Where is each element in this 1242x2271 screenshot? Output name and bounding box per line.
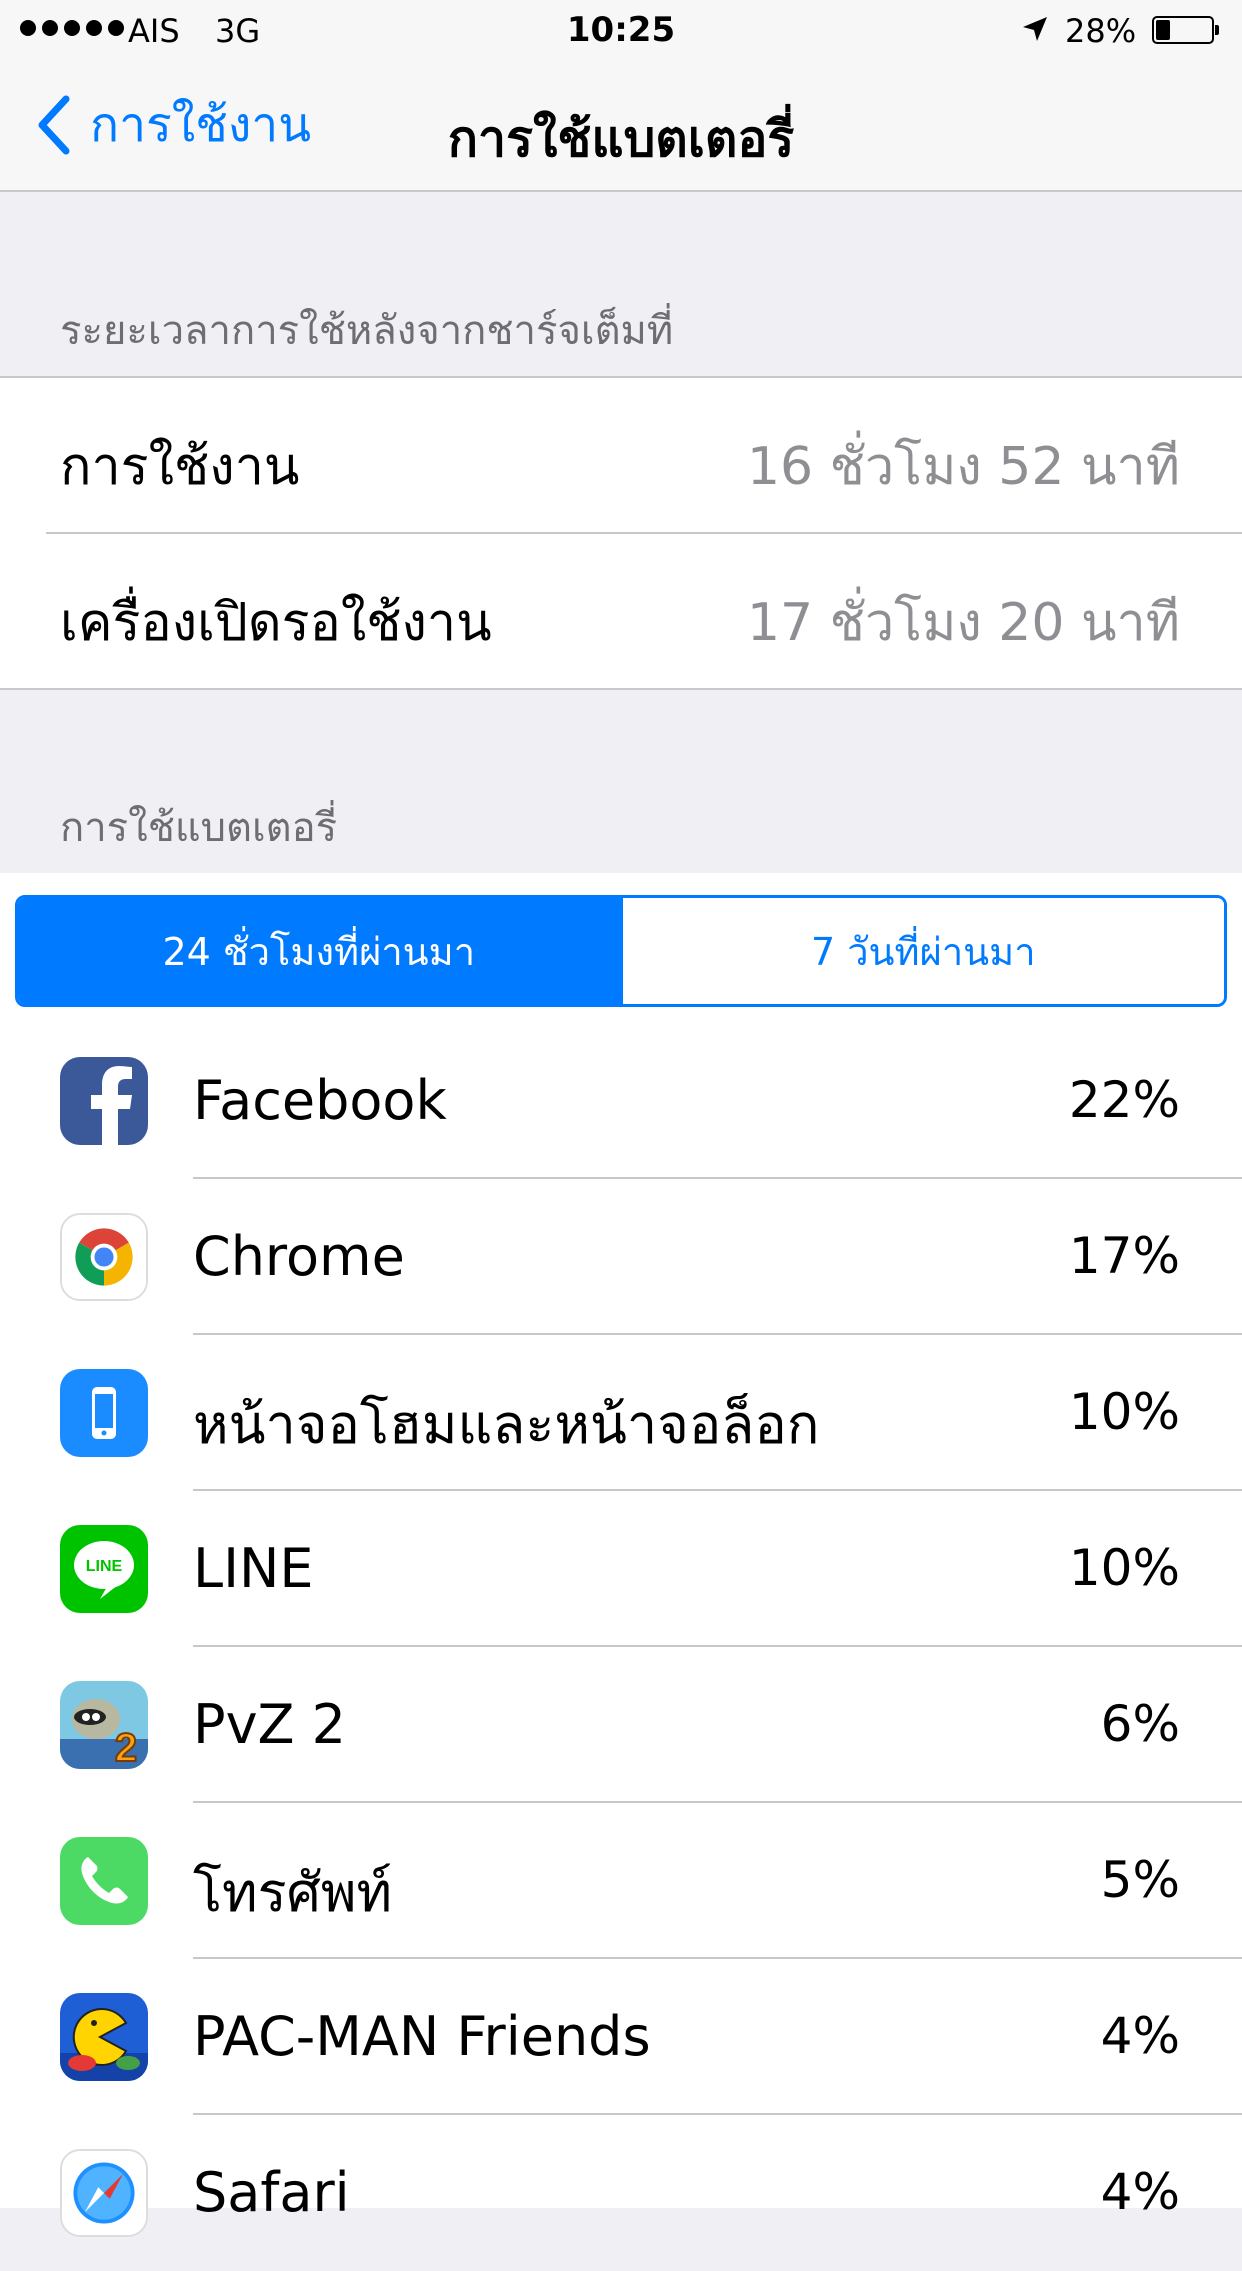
usage-label: การใช้งาน	[60, 437, 300, 497]
app-row-pacman: PAC-MAN Friends 4%	[0, 1959, 1242, 2115]
app-row-home-lock-screen: หน้าจอโฮมและหน้าจอล็อก 10%	[0, 1335, 1242, 1491]
pacman-icon	[60, 1993, 148, 2081]
app-percentage: 4%	[1100, 2163, 1180, 2221]
app-name: PvZ 2	[193, 1693, 347, 1756]
app-name: หน้าจอโฮมและหน้าจอล็อก	[193, 1393, 820, 1456]
standby-value: 17 ชั่วโมง 20 นาที	[746, 593, 1180, 653]
app-row-phone: โทรศัพท์ 5%	[0, 1803, 1242, 1959]
app-name: โทรศัพท์	[193, 1861, 393, 1924]
app-name: Safari	[193, 2161, 350, 2224]
svg-text:2: 2	[115, 1726, 137, 1769]
usage-section-header: ระยะเวลาการใช้หลังจากชาร์จเต็มที่	[60, 308, 674, 354]
home-lock-screen-icon	[60, 1369, 148, 1457]
usage-group: การใช้งาน 16 ชั่วโมง 52 นาที เครื่องเปิด…	[0, 376, 1242, 690]
standby-row: เครื่องเปิดรอใช้งาน 17 ชั่วโมง 20 นาที	[0, 534, 1242, 688]
app-percentage: 10%	[1068, 1539, 1180, 1597]
app-percentage: 4%	[1100, 2007, 1180, 2065]
status-time: 10:25	[566, 10, 676, 50]
app-row-line: LINE LINE 10%	[0, 1491, 1242, 1647]
app-row-facebook: Facebook 22%	[0, 1023, 1242, 1179]
time-range-segmented-control[interactable]: 24 ชั่วโมงที่ผ่านมา 7 วันที่ผ่านมา	[15, 895, 1227, 1007]
app-percentage: 10%	[1068, 1383, 1180, 1441]
app-row-safari: Safari 4%	[0, 2115, 1242, 2271]
app-row-pvz2: 2 PvZ 2 6%	[0, 1647, 1242, 1803]
battery-icon	[1152, 16, 1219, 44]
usage-row: การใช้งาน 16 ชั่วโมง 52 นาที	[0, 378, 1242, 532]
navigation-bar: การใช้งาน การใช้แบตเตอรี่	[0, 60, 1242, 192]
app-row-chrome: Chrome 17%	[0, 1179, 1242, 1335]
facebook-icon	[60, 1057, 148, 1145]
battery-section-header: การใช้แบตเตอรี่	[60, 805, 338, 851]
chrome-icon	[60, 1213, 148, 1301]
usage-value: 16 ชั่วโมง 52 นาที	[746, 437, 1180, 497]
app-percentage: 17%	[1068, 1227, 1180, 1285]
app-name: Facebook	[193, 1069, 447, 1132]
phone-icon	[60, 1837, 148, 1925]
app-name: LINE	[193, 1537, 314, 1600]
status-bar: AIS 3G 10:25 28%	[0, 0, 1242, 60]
app-name: PAC-MAN Friends	[193, 2005, 651, 2068]
app-percentage: 5%	[1100, 1851, 1180, 1909]
safari-icon	[60, 2149, 148, 2237]
app-percentage: 22%	[1068, 1071, 1180, 1129]
location-arrow-icon	[1023, 17, 1047, 41]
line-icon: LINE	[60, 1525, 148, 1613]
app-name: Chrome	[193, 1225, 405, 1288]
battery-percentage: 28%	[1065, 12, 1137, 50]
pvz2-icon: 2	[60, 1681, 148, 1769]
page-title: การใช้แบตเตอรี่	[447, 110, 795, 168]
svg-text:LINE: LINE	[86, 1558, 123, 1575]
standby-label: เครื่องเปิดรอใช้งาน	[60, 593, 492, 653]
segment-24-hours[interactable]: 24 ชั่วโมงที่ผ่านมา	[18, 898, 620, 1004]
segment-7-days[interactable]: 7 วันที่ผ่านมา	[619, 898, 1224, 1004]
app-percentage: 6%	[1100, 1695, 1180, 1753]
battery-usage-list: 24 ชั่วโมงที่ผ่านมา 7 วันที่ผ่านมา Faceb…	[0, 873, 1242, 2237]
